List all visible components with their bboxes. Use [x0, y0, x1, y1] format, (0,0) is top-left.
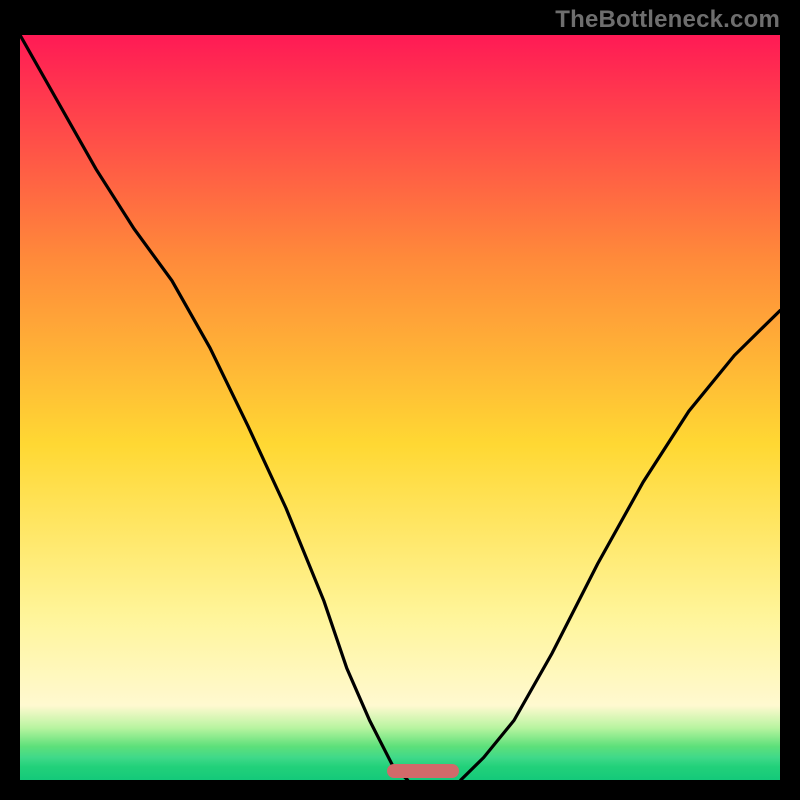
optimum-marker	[387, 764, 459, 778]
watermark-text: TheBottleneck.com	[555, 6, 780, 34]
plot-area	[20, 35, 780, 780]
curve-right-segment	[461, 311, 780, 780]
bottleneck-curve	[20, 35, 780, 780]
curve-left-segment	[20, 35, 408, 780]
chart-frame: TheBottleneck.com	[0, 0, 800, 800]
